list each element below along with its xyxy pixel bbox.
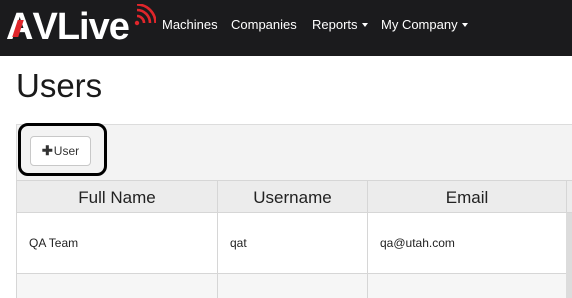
page-title: Users	[16, 67, 103, 104]
logo-text: AVA Live	[6, 5, 130, 49]
top-navbar: AVA Live Machines Companies Reports My Co…	[0, 0, 572, 56]
nav-companies-label: Companies	[231, 17, 297, 32]
nav-machines-label: Machines	[162, 17, 218, 32]
plus-icon: ✚	[41, 143, 53, 158]
logo-letter-a: A	[6, 6, 33, 48]
logo-letter-v: V	[32, 5, 57, 48]
caret-down-icon	[361, 22, 368, 27]
cell-username	[217, 274, 367, 298]
add-user-button[interactable]: ✚ User	[30, 136, 91, 166]
logo-text-left: AV	[6, 5, 58, 49]
logo-text-right: Live	[56, 5, 130, 48]
nav-companies[interactable]: Companies	[231, 17, 297, 32]
add-user-label: User	[53, 144, 80, 158]
cell-full-name	[16, 274, 217, 298]
cell-email: qa@utah.com	[367, 213, 566, 273]
table-row[interactable]	[16, 274, 572, 298]
brand-logo[interactable]: AVA Live	[6, 4, 130, 50]
nav-my-company-dropdown[interactable]: My Company	[381, 17, 468, 32]
cell-full-name: QA Team	[16, 213, 217, 273]
table-row[interactable]: QA Team qat qa@utah.com	[16, 213, 572, 274]
table-header: Full Name Username Email	[16, 180, 572, 214]
users-table: Full Name Username Email QA Team qat qa@…	[16, 180, 572, 298]
logo-accent-icon	[12, 19, 24, 37]
column-header-overflow	[566, 181, 572, 214]
nav-reports-dropdown[interactable]: Reports	[312, 17, 368, 32]
cell-username: qat	[217, 213, 367, 273]
column-header-email[interactable]: Email	[367, 181, 566, 214]
column-header-username[interactable]: Username	[217, 181, 367, 214]
nav-machines[interactable]: Machines	[162, 17, 218, 32]
caret-down-icon	[461, 22, 468, 27]
nav-reports-label: Reports	[312, 17, 358, 32]
table-scrollbar-edge	[566, 213, 572, 298]
signal-waves-icon	[134, 4, 156, 26]
nav-my-company-label: My Company	[381, 17, 458, 32]
cell-email	[367, 274, 566, 298]
column-header-full-name[interactable]: Full Name	[16, 181, 217, 214]
